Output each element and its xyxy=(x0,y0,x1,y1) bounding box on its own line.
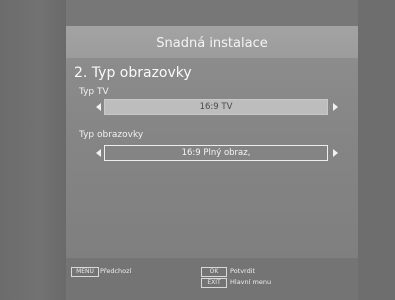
screen-type-label: Typ obrazovky xyxy=(79,130,144,140)
arrow-left-icon[interactable] xyxy=(96,103,101,111)
left-border xyxy=(0,0,66,300)
screen-type-selector[interactable]: 16:9 Plný obraz, xyxy=(96,145,338,161)
tv-type-value[interactable]: 16:9 TV xyxy=(104,99,328,115)
screen-type-value[interactable]: 16:9 Plný obraz, xyxy=(104,145,328,161)
arrow-left-icon[interactable] xyxy=(96,149,101,157)
page-title: Snadná instalace xyxy=(156,36,268,51)
menu-key[interactable]: MENU xyxy=(71,267,99,277)
exit-hint: Hlavní menu xyxy=(230,278,272,286)
arrow-right-icon[interactable] xyxy=(333,103,338,111)
menu-hint: Předchozí xyxy=(100,267,132,275)
right-border xyxy=(358,0,395,300)
section-title: 2. Typ obrazovky xyxy=(74,65,192,81)
ok-key[interactable]: OK xyxy=(201,267,227,277)
settings-panel: 2. Typ obrazovky Typ TV 16:9 TV Typ obra… xyxy=(66,58,358,258)
tv-type-label: Typ TV xyxy=(79,87,109,97)
tv-screen: Snadná instalace 2. Typ obrazovky Typ TV… xyxy=(0,0,395,300)
arrow-right-icon[interactable] xyxy=(333,149,338,157)
ok-hint: Potvrdit xyxy=(230,267,256,275)
footer-bar: MENU Předchozí OK Potvrdit EXIT Hlavní m… xyxy=(66,258,358,300)
top-border xyxy=(66,0,358,26)
tv-type-selector[interactable]: 16:9 TV xyxy=(96,99,338,115)
exit-key[interactable]: EXIT xyxy=(201,278,227,288)
